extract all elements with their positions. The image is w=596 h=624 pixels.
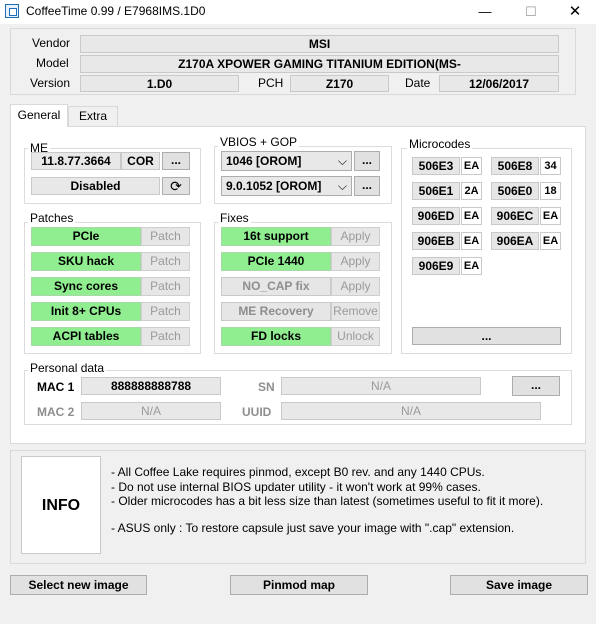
model-label: Model [36, 56, 69, 70]
refresh-icon[interactable]: ⟳ [162, 177, 190, 195]
microcode-platform: 2A [461, 182, 482, 200]
sn-label: SN [258, 380, 275, 394]
maximize-button[interactable]: ☐ [508, 0, 554, 24]
fix-action-button[interactable]: Apply [331, 277, 380, 296]
info-line-1: - All Coffee Lake requires pinmod, excep… [111, 465, 485, 479]
date-label: Date [405, 76, 431, 90]
sn-field: N/A [281, 377, 481, 395]
model-field: Z170A XPOWER GAMING TITANIUM EDITION(MS- [80, 55, 559, 73]
chevron-down-icon: ⌵ [337, 154, 347, 168]
vendor-label: Vendor [32, 36, 71, 50]
me-version: 11.8.77.3664 [31, 152, 121, 170]
personal-browse-button[interactable]: ... [512, 376, 560, 396]
microcodes-group [401, 148, 572, 354]
tab-general[interactable]: General [10, 104, 68, 127]
fix-item-button[interactable]: 16t support [221, 227, 331, 246]
microcode-cpuid: 906EA [491, 232, 539, 250]
mac2-label: MAC 2 [37, 405, 75, 419]
patch-item-button[interactable]: Sync cores [31, 277, 141, 296]
pinmod-map-button[interactable]: Pinmod map [230, 575, 368, 595]
fix-item-button[interactable]: ME Recovery [221, 302, 331, 321]
fix-action-button[interactable]: Remove [331, 302, 380, 321]
microcode-platform: EA [461, 157, 482, 175]
patch-item-button[interactable]: ACPI tables [31, 327, 141, 346]
fix-action-button[interactable]: Apply [331, 227, 380, 246]
fix-action-button[interactable]: Apply [331, 252, 380, 271]
window-title: CoffeeTime 0.99 / E7968IMS.1D0 [26, 4, 206, 18]
vbios-group-title: VBIOS + GOP [218, 135, 300, 149]
info-line-5: - ASUS only : To restore capsule just sa… [111, 521, 515, 535]
patch-action-button[interactable]: Patch [141, 252, 190, 271]
fix-action-button[interactable]: Unlock [331, 327, 380, 346]
personal-data-title: Personal data [28, 361, 107, 375]
microcode-cpuid: 906EB [412, 232, 460, 250]
fix-item-button[interactable]: FD locks [221, 327, 331, 346]
fix-item-button[interactable]: NO_CAP fix [221, 277, 331, 296]
gop-browse-button[interactable]: ... [354, 176, 380, 196]
mac2-field: N/A [81, 402, 221, 420]
fix-item-button[interactable]: PCIe 1440 [221, 252, 331, 271]
version-label: Version [30, 76, 71, 90]
microcode-platform: EA [461, 207, 482, 225]
vbios-select-value: 1046 [OROM] [226, 154, 302, 168]
microcode-cpuid: 506E0 [491, 182, 539, 200]
tab-extra[interactable]: Extra [68, 106, 118, 126]
microcode-cpuid: 906EC [491, 207, 539, 225]
fixes-group-title: Fixes [218, 211, 251, 225]
chevron-down-icon: ⌵ [337, 179, 347, 193]
info-box: INFO [21, 456, 101, 554]
patch-action-button[interactable]: Patch [141, 227, 190, 246]
microcode-platform: EA [540, 207, 561, 225]
gop-select-value: 9.0.1052 [OROM] [226, 179, 322, 193]
info-line-3: - Older microcodes has a bit less size t… [111, 494, 544, 508]
microcode-platform: EA [461, 232, 482, 250]
patch-action-button[interactable]: Patch [141, 327, 190, 346]
version-field: 1.D0 [80, 75, 239, 92]
microcode-platform: 18 [540, 182, 561, 200]
pch-field: Z170 [290, 75, 389, 92]
me-state: Disabled [31, 177, 160, 195]
microcodes-browse-button[interactable]: ... [412, 327, 561, 345]
pch-label: PCH [258, 76, 284, 90]
microcode-platform: EA [540, 232, 561, 250]
vendor-field: MSI [80, 35, 559, 53]
mac1-field: 888888888788 [81, 377, 221, 395]
microcode-cpuid: 506E8 [491, 157, 539, 175]
me-browse-button[interactable]: ... [162, 152, 190, 170]
app-icon [5, 4, 19, 18]
microcode-platform: 34 [540, 157, 561, 175]
microcode-cpuid: 906ED [412, 207, 460, 225]
patch-item-button[interactable]: PCIe [31, 227, 141, 246]
uuid-label: UUID [242, 405, 272, 419]
microcode-cpuid: 906E9 [412, 257, 460, 275]
close-button[interactable]: ✕ [552, 0, 596, 24]
microcode-cpuid: 506E1 [412, 182, 460, 200]
vbios-select[interactable]: 1046 [OROM] ⌵ [221, 151, 352, 171]
gop-select[interactable]: 9.0.1052 [OROM] ⌵ [221, 176, 352, 196]
save-image-button[interactable]: Save image [450, 575, 588, 595]
minimize-button[interactable]: — [462, 0, 508, 24]
microcodes-group-title: Microcodes [407, 137, 473, 151]
me-type: COR [121, 152, 160, 170]
patch-item-button[interactable]: SKU hack [31, 252, 141, 271]
vbios-browse-button[interactable]: ... [354, 151, 380, 171]
patches-group-title: Patches [28, 211, 76, 225]
info-line-2: - Do not use internal BIOS updater utili… [111, 480, 481, 494]
microcode-cpuid: 506E3 [412, 157, 460, 175]
mac1-label: MAC 1 [37, 380, 75, 394]
select-new-image-button[interactable]: Select new image [10, 575, 147, 595]
patch-action-button[interactable]: Patch [141, 277, 190, 296]
patch-item-button[interactable]: Init 8+ CPUs [31, 302, 141, 321]
uuid-field: N/A [281, 402, 541, 420]
microcode-platform: EA [461, 257, 482, 275]
date-field: 12/06/2017 [439, 75, 559, 92]
patch-action-button[interactable]: Patch [141, 302, 190, 321]
